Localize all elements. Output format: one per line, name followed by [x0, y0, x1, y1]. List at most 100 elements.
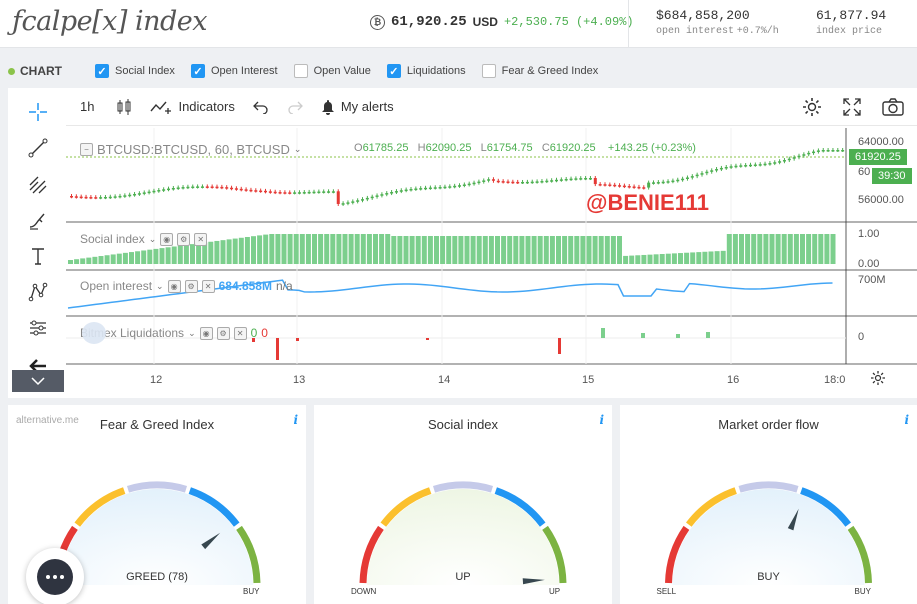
chat-button[interactable] [26, 548, 84, 604]
candle-body [598, 184, 602, 186]
crosshair-tool[interactable] [24, 98, 52, 126]
crosshair-icon [29, 103, 47, 121]
fib-tool[interactable] [24, 170, 52, 198]
redo-icon [288, 101, 303, 114]
time-label: 12 [150, 374, 163, 386]
toggle-liquidations[interactable]: ✓ Liquidations [386, 64, 466, 78]
info-icon[interactable]: i [293, 413, 298, 427]
checkbox[interactable] [481, 64, 496, 78]
social-bar [68, 260, 73, 264]
chart-section-label: CHART [8, 64, 95, 78]
checkbox[interactable]: ✓ [95, 64, 109, 78]
social-bar [537, 236, 543, 264]
social-bar [354, 234, 360, 264]
candle-body [249, 189, 253, 192]
close-icon[interactable]: ✕ [194, 232, 208, 246]
toggle-social-index[interactable]: ✓ Social Index [95, 64, 175, 78]
chevron-down-icon[interactable]: ⌄ [156, 281, 164, 292]
candle-body [496, 180, 500, 183]
candle-body [74, 196, 78, 198]
candle-body [516, 181, 520, 184]
plot-area[interactable]: − BTCUSD:BTCUSD, 60, BTCUSD ⌄ O61785.25 … [66, 128, 917, 398]
toggle-open-interest[interactable]: ✓ Open Interest [190, 64, 278, 78]
close-icon[interactable]: ✕ [233, 326, 247, 340]
top-header: ƒcalpe[x] index ₿ 61,920.25 USD +2,530.7… [0, 0, 917, 48]
candle-body [739, 165, 743, 167]
candle-body [763, 163, 767, 166]
gear-icon[interactable] [801, 96, 823, 118]
candle-body [438, 187, 442, 189]
social-bar [525, 236, 531, 264]
candle-body [647, 182, 651, 188]
liq-bar-short [426, 338, 429, 340]
social-bar [269, 234, 275, 264]
gauge-min-label: SELL [656, 587, 677, 596]
gear-icon[interactable]: ⚙ [177, 232, 191, 246]
candle-body [569, 178, 573, 181]
axis-settings-button[interactable] [870, 370, 886, 391]
eye-icon[interactable]: ◉ [160, 232, 174, 246]
toggle-open-value[interactable]: Open Value [293, 64, 371, 78]
info-icon[interactable]: i [599, 413, 604, 427]
gear-icon[interactable]: ⚙ [216, 326, 230, 340]
liq-bar-long [601, 328, 605, 338]
camera-icon[interactable] [881, 96, 905, 118]
checkbox[interactable]: ✓ [190, 64, 205, 78]
checkbox[interactable] [293, 64, 308, 78]
eye-icon[interactable]: ◉ [199, 326, 213, 340]
social-bar [476, 236, 482, 264]
liq-axis-zero: 0 [858, 331, 865, 343]
eye-icon[interactable]: ◉ [167, 279, 181, 293]
drawing-toolbar [8, 88, 66, 398]
text-tool[interactable] [24, 242, 52, 270]
checkbox[interactable]: ✓ [386, 64, 401, 78]
alerts-button[interactable]: My alerts [321, 99, 394, 115]
social-bar [397, 236, 403, 264]
interval-button[interactable]: 1h [80, 99, 94, 114]
trend-line-tool[interactable] [24, 134, 52, 162]
redo-button[interactable] [287, 100, 303, 114]
social-bar [324, 234, 330, 264]
brush-tool[interactable] [24, 206, 52, 234]
toggle-fear-greed-index[interactable]: Fear & Greed Index [481, 64, 598, 78]
price-ticker: ₿ 61,920.25 USD +2,530.75 (+4.09%) [370, 14, 634, 30]
chevron-down-icon[interactable]: ⌄ [294, 144, 302, 155]
candles-icon [117, 98, 131, 115]
text-icon [32, 248, 44, 265]
collapse-toolbar-button[interactable] [12, 370, 64, 392]
candle-body [230, 187, 234, 190]
candle-body [118, 195, 122, 198]
fullscreen-icon[interactable] [841, 96, 863, 118]
prediction-tool[interactable] [24, 314, 52, 342]
candle-body [734, 165, 738, 168]
candle-body [584, 178, 588, 180]
social-bar [251, 236, 256, 264]
candle-body [816, 150, 820, 152]
candle-body [365, 197, 369, 200]
logo[interactable]: ƒcalpe[x] index [12, 6, 208, 37]
chevron-down-icon[interactable]: ⌄ [188, 328, 196, 339]
candle-body [642, 187, 646, 189]
candle-body [608, 184, 612, 186]
social-bar [824, 234, 830, 264]
candle-type-button[interactable] [116, 98, 132, 116]
collapse-pane-icon[interactable]: − [80, 143, 93, 156]
undo-button[interactable] [252, 100, 269, 114]
social-bar [159, 248, 165, 264]
indicators-button[interactable]: Indicators [150, 99, 235, 115]
social-pane-title: Social index ⌄ ◉ ⚙ ✕ [80, 232, 208, 246]
gauge-card: Market order flow i BUY SELL BUY [620, 405, 917, 604]
social-bar [98, 256, 104, 264]
chevron-down-icon[interactable]: ⌄ [149, 234, 157, 245]
social-bar [403, 236, 409, 264]
close-icon[interactable]: ✕ [201, 279, 215, 293]
info-icon[interactable]: i [904, 413, 909, 427]
pattern-tool[interactable] [24, 278, 52, 306]
candle-body [676, 179, 680, 182]
candle-body [99, 197, 103, 199]
gear-icon[interactable]: ⚙ [184, 279, 198, 293]
social-bar [104, 255, 110, 264]
social-bar [147, 249, 153, 264]
cloud-icon[interactable] [82, 322, 106, 344]
brush-icon [29, 213, 45, 230]
